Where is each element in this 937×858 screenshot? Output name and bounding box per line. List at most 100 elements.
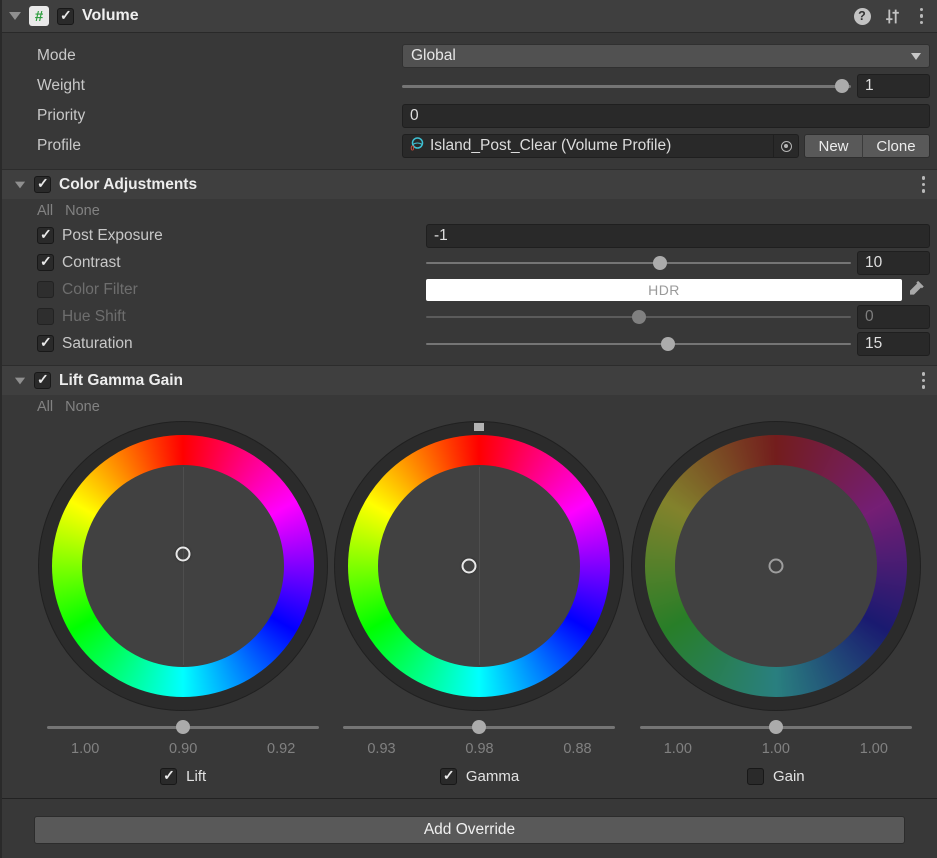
section-title: Lift Gamma Gain xyxy=(59,372,183,390)
eyedropper-icon[interactable] xyxy=(902,281,930,298)
gain-offset-slider[interactable] xyxy=(640,715,912,739)
help-icon[interactable]: ? xyxy=(854,8,871,25)
component-title: Volume xyxy=(82,7,139,25)
svg-text:0: 0 xyxy=(411,145,415,152)
lift-wheel-column: 1.00 0.90 0.92 Lift xyxy=(35,421,331,789)
new-profile-button[interactable]: New xyxy=(804,134,863,158)
gamma-checkbox[interactable] xyxy=(440,768,457,785)
gain-value-r: 1.00 xyxy=(653,741,703,757)
hdr-badge: HDR xyxy=(648,282,680,298)
weight-slider[interactable] xyxy=(402,74,851,98)
weight-value-field[interactable]: 1 xyxy=(857,74,930,98)
lift-gamma-gain-header[interactable]: Lift Gamma Gain xyxy=(2,365,937,395)
lift-value-g: 0.90 xyxy=(158,741,208,757)
none-link[interactable]: None xyxy=(65,203,100,219)
foldout-arrow-icon[interactable] xyxy=(15,377,25,384)
gamma-label: Gamma xyxy=(466,768,519,785)
gain-checkbox[interactable] xyxy=(747,768,764,785)
lift-gamma-gain-enabled-checkbox[interactable] xyxy=(34,372,51,389)
contrast-label: Contrast xyxy=(62,254,418,272)
post-exposure-checkbox[interactable] xyxy=(37,227,54,244)
gain-rgb-values: 1.00 1.00 1.00 xyxy=(631,739,921,757)
gain-label: Gain xyxy=(773,768,805,785)
saturation-value-field[interactable]: 15 xyxy=(857,332,930,356)
component-enabled-checkbox[interactable] xyxy=(57,8,74,25)
gain-value-g: 1.00 xyxy=(751,741,801,757)
gamma-hue-marker xyxy=(474,423,484,431)
weight-label: Weight xyxy=(37,77,402,95)
lift-offset-slider[interactable] xyxy=(47,715,319,739)
script-icon: # xyxy=(29,6,49,26)
lift-rgb-values: 1.00 0.90 0.92 xyxy=(38,739,328,757)
kebab-menu-icon[interactable] xyxy=(914,5,930,28)
saturation-row: Saturation 15 xyxy=(2,330,937,357)
color-filter-swatch[interactable]: HDR xyxy=(426,279,902,301)
saturation-slider[interactable] xyxy=(426,332,851,356)
section-title: Color Adjustments xyxy=(59,176,197,194)
add-override-button[interactable]: Add Override xyxy=(34,816,905,844)
foldout-arrow-icon[interactable] xyxy=(15,181,25,188)
inspector-footer: Add Override xyxy=(2,798,937,844)
profile-object-name: Island_Post_Clear (Volume Profile) xyxy=(430,137,671,155)
kebab-menu-icon[interactable] xyxy=(916,173,932,196)
lift-value-r: 1.00 xyxy=(60,741,110,757)
lift-gamma-gain-section: Lift Gamma Gain All None 1.00 0.90 0.92 xyxy=(2,365,937,789)
lift-toggle: Lift xyxy=(160,763,206,789)
profile-asset-icon: 0 xyxy=(409,136,425,157)
object-picker-button[interactable] xyxy=(773,134,799,158)
gamma-value-b: 0.88 xyxy=(552,741,602,757)
all-link[interactable]: All xyxy=(37,203,53,219)
gamma-wheel-column: 0.93 0.98 0.88 Gamma xyxy=(331,421,627,789)
lift-wheel-cursor[interactable] xyxy=(176,547,191,562)
override-toggle-links: All None xyxy=(2,199,937,222)
priority-row: Priority 0 xyxy=(2,101,930,131)
color-adjustments-enabled-checkbox[interactable] xyxy=(34,176,51,193)
post-exposure-row: Post Exposure -1 xyxy=(2,222,937,249)
foldout-arrow-icon[interactable] xyxy=(9,12,21,20)
kebab-menu-icon[interactable] xyxy=(916,369,932,392)
mode-dropdown-value: Global xyxy=(411,47,456,65)
volume-component-header: # Volume ? xyxy=(2,0,937,33)
color-filter-label: Color Filter xyxy=(62,281,418,299)
none-link[interactable]: None xyxy=(65,399,100,415)
lift-value-b: 0.92 xyxy=(256,741,306,757)
hue-shift-label: Hue Shift xyxy=(62,308,418,326)
trackball-wheels: 1.00 0.90 0.92 Lift 0.93 xyxy=(2,421,937,789)
override-toggle-links: All None xyxy=(2,395,937,421)
all-link[interactable]: All xyxy=(37,399,53,415)
post-exposure-label: Post Exposure xyxy=(62,227,418,245)
gamma-wheel-cursor[interactable] xyxy=(462,559,477,574)
gamma-offset-slider[interactable] xyxy=(343,715,615,739)
contrast-checkbox[interactable] xyxy=(37,254,54,271)
priority-label: Priority xyxy=(37,107,402,125)
gamma-color-wheel[interactable] xyxy=(334,421,624,711)
color-adjustments-section: Color Adjustments All None Post Exposure… xyxy=(2,169,937,357)
gamma-toggle: Gamma xyxy=(440,763,519,789)
lift-color-wheel[interactable] xyxy=(38,421,328,711)
hue-shift-value-field[interactable]: 0 xyxy=(857,305,930,329)
lift-checkbox[interactable] xyxy=(160,768,177,785)
weight-row: Weight 1 xyxy=(2,71,930,101)
color-filter-checkbox[interactable] xyxy=(37,281,54,298)
post-exposure-field[interactable]: -1 xyxy=(426,224,930,248)
contrast-slider[interactable] xyxy=(426,251,851,275)
saturation-checkbox[interactable] xyxy=(37,335,54,352)
mode-row: Mode Global xyxy=(2,41,930,71)
mode-dropdown[interactable]: Global xyxy=(402,44,930,68)
gain-wheel-column: 1.00 1.00 1.00 Gain xyxy=(628,421,924,789)
presets-icon[interactable] xyxy=(884,8,901,25)
hue-shift-checkbox[interactable] xyxy=(37,308,54,325)
profile-object-field[interactable]: 0 Island_Post_Clear (Volume Profile) xyxy=(402,134,773,158)
gain-color-wheel[interactable] xyxy=(631,421,921,711)
clone-profile-button[interactable]: Clone xyxy=(863,134,930,158)
profile-row: Profile 0 Island_Post_Clear (Volume Prof… xyxy=(2,131,930,161)
hue-shift-slider[interactable] xyxy=(426,305,851,329)
gain-value-b: 1.00 xyxy=(849,741,899,757)
color-adjustments-header[interactable]: Color Adjustments xyxy=(2,169,937,199)
lift-label: Lift xyxy=(186,768,206,785)
priority-value-field[interactable]: 0 xyxy=(402,104,930,128)
contrast-value-field[interactable]: 10 xyxy=(857,251,930,275)
object-picker-icon xyxy=(781,141,792,152)
gain-wheel-cursor[interactable] xyxy=(768,559,783,574)
gain-toggle: Gain xyxy=(747,763,805,789)
